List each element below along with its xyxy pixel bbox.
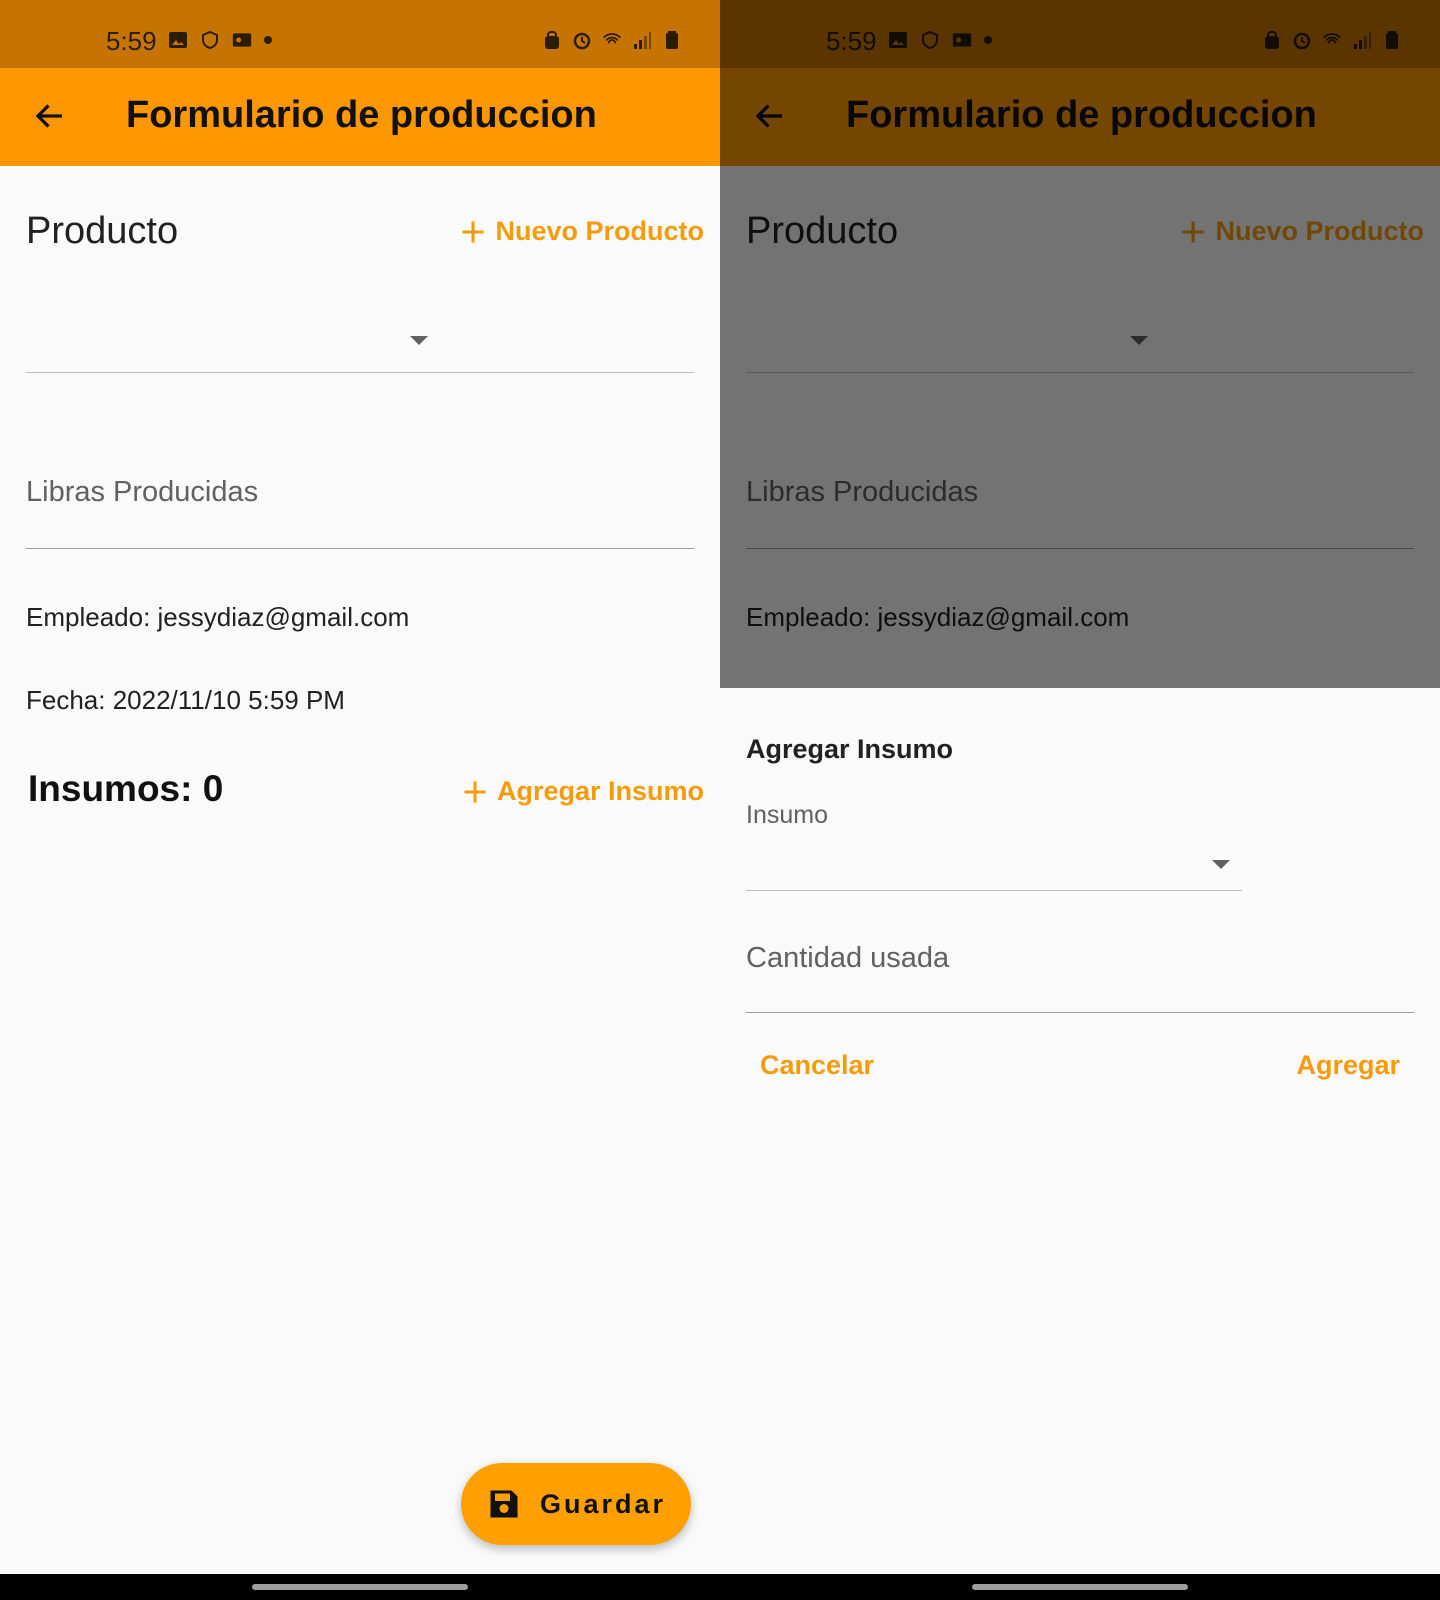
libras-placeholder: Libras Producidas bbox=[26, 476, 259, 508]
agregar-insumo-sheet: Agregar Insumo Insumo Cantidad usada Can… bbox=[720, 688, 1440, 1574]
cancel-button[interactable]: Cancelar bbox=[760, 1050, 874, 1081]
plus-icon bbox=[462, 221, 484, 242]
nuevo-producto-label: Nuevo Producto bbox=[495, 216, 704, 246]
shield-icon bbox=[202, 30, 218, 50]
home-handle[interactable] bbox=[972, 1584, 1188, 1590]
status-bar: 5:59 bbox=[0, 0, 720, 68]
system-nav-bar bbox=[0, 1574, 1440, 1600]
agregar-insumo-label: Agregar Insumo bbox=[496, 776, 704, 806]
dropdown-arrow-icon bbox=[1212, 860, 1230, 869]
home-handle[interactable] bbox=[252, 1584, 468, 1590]
fecha-text: Fecha: 2022/11/10 5:59 PM bbox=[26, 685, 345, 715]
guardar-button[interactable]: Guardar bbox=[461, 1463, 691, 1545]
sheet-title: Agregar Insumo bbox=[746, 734, 954, 764]
alarm-icon bbox=[573, 32, 591, 50]
notification-dot-icon bbox=[264, 36, 272, 44]
plus-icon bbox=[464, 781, 486, 802]
libras-producidas-input[interactable]: Libras Producidas bbox=[26, 460, 694, 549]
guardar-label: Guardar bbox=[539, 1488, 667, 1519]
production-form-with-dialog: 5:59 Formulario de produccion Producto N… bbox=[720, 0, 1440, 1574]
agregar-insumo-button[interactable]: Agregar Insumo bbox=[461, 776, 704, 807]
cantidad-placeholder: Cantidad usada bbox=[746, 942, 950, 974]
battery-icon bbox=[666, 31, 678, 49]
app-bar: Formulario de produccion bbox=[0, 68, 720, 166]
nuevo-producto-button[interactable]: Nuevo Producto bbox=[459, 216, 704, 247]
signal-icon bbox=[634, 32, 651, 49]
lock-alert-icon bbox=[545, 31, 559, 49]
modal-scrim[interactable] bbox=[720, 0, 1440, 688]
cantidad-usada-input[interactable]: Cantidad usada bbox=[746, 920, 1414, 1013]
vpn-key-icon bbox=[232, 33, 252, 47]
status-time: 5:59 bbox=[106, 26, 157, 56]
insumo-label: Insumo bbox=[746, 801, 828, 829]
production-form-screen: 5:59 Formulario de produccion Producto N… bbox=[0, 0, 720, 1574]
add-button[interactable]: Agregar bbox=[1296, 1050, 1400, 1081]
back-arrow-icon[interactable] bbox=[32, 98, 68, 134]
producto-dropdown[interactable] bbox=[26, 300, 694, 373]
insumo-dropdown[interactable] bbox=[746, 838, 1242, 891]
save-icon bbox=[490, 1490, 518, 1518]
producto-label: Producto bbox=[26, 210, 179, 252]
wifi-icon bbox=[603, 33, 621, 44]
insumos-count: Insumos: 0 bbox=[28, 768, 224, 809]
empleado-text: Empleado: jessydiaz@gmail.com bbox=[26, 602, 410, 632]
page-title: Formulario de produccion bbox=[126, 94, 597, 136]
gallery-icon bbox=[169, 32, 187, 48]
dropdown-arrow-icon bbox=[410, 336, 428, 345]
